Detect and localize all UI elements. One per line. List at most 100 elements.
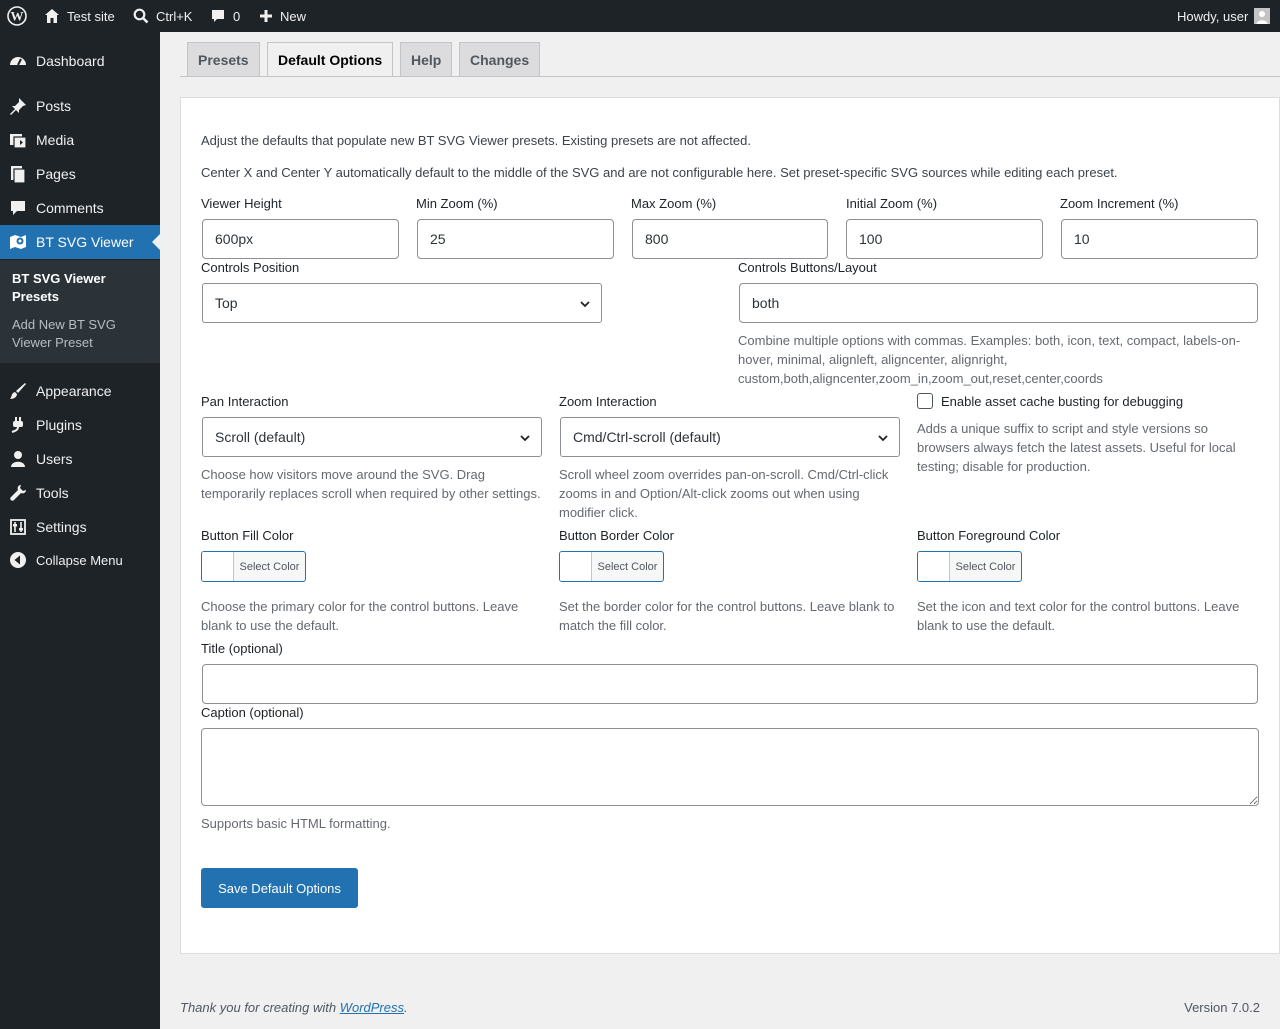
zoom-interaction-value: Cmd/Ctrl-scroll (default) <box>573 429 721 445</box>
site-name-label: Test site <box>67 8 115 24</box>
chevron-down-icon <box>878 435 888 442</box>
cache-busting-checkbox[interactable] <box>917 393 933 409</box>
button-foreground-color-help: Set the icon and text color for the cont… <box>917 599 1240 633</box>
collapse-menu-button[interactable]: Collapse Menu <box>0 543 160 577</box>
comments-count: 0 <box>233 8 241 24</box>
sidebar-item-label: BT SVG Viewer <box>36 234 134 250</box>
map-icon <box>8 232 28 252</box>
home-icon <box>43 7 61 25</box>
wordpress-link[interactable]: WordPress <box>340 1000 404 1015</box>
bt-svg-viewer-submenu: BT SVG Viewer Presets Add New BT SVG Vie… <box>0 260 160 363</box>
sidebar-item-label: Plugins <box>36 417 82 433</box>
tab-help[interactable]: Help <box>400 42 453 76</box>
new-content-link[interactable]: New <box>258 0 306 32</box>
color-swatch <box>202 552 234 581</box>
greeting-label: Howdy, user <box>1177 8 1249 24</box>
submenu-item-presets[interactable]: BT SVG Viewer Presets <box>12 270 152 306</box>
zoom-interaction-select[interactable]: Cmd/Ctrl-scroll (default) <box>560 417 900 457</box>
sidebar-item-label: Comments <box>36 200 104 216</box>
sidebar-item-label: Tools <box>36 485 69 501</box>
media-icon <box>8 130 28 150</box>
footer-thanks-text: Thank you for creating with <box>180 1000 340 1015</box>
button-border-color-label: Button Border Color <box>559 528 674 543</box>
pan-interaction-help: Choose how visitors move around the SVG.… <box>201 467 541 501</box>
svg-text:W: W <box>11 9 24 24</box>
zoom-increment-input[interactable] <box>1061 219 1258 259</box>
account-menu[interactable]: Howdy, user <box>1177 0 1271 32</box>
sidebar-item-label: Media <box>36 132 75 148</box>
site-name-link[interactable]: Test site <box>43 0 115 32</box>
select-color-label: Select Color <box>955 560 1016 573</box>
intro-note: Center X and Center Y automatically defa… <box>201 165 1118 180</box>
select-color-label: Select Color <box>597 560 658 573</box>
save-default-options-button[interactable]: Save Default Options <box>201 868 358 908</box>
wordpress-logo-icon[interactable]: W <box>7 0 27 32</box>
pan-interaction-label: Pan Interaction <box>201 394 289 409</box>
pan-interaction-select[interactable]: Scroll (default) <box>202 417 542 457</box>
caption-help: Supports basic HTML formatting. <box>201 816 391 831</box>
button-fill-color-help: Choose the primary color for the control… <box>201 599 519 633</box>
caption-label: Caption (optional) <box>201 705 304 720</box>
controls-buttons-input[interactable] <box>739 283 1258 323</box>
sidebar-item-pages[interactable]: Pages <box>0 157 160 191</box>
avatar <box>1254 8 1271 24</box>
sliders-icon <box>8 517 28 537</box>
controls-position-select[interactable]: Top <box>202 283 602 323</box>
initial-zoom-label: Initial Zoom (%) <box>846 196 938 211</box>
caption-textarea[interactable] <box>201 728 1259 806</box>
controls-buttons-label: Controls Buttons/Layout <box>738 260 877 275</box>
sidebar-item-settings[interactable]: Settings <box>0 510 160 544</box>
plug-icon <box>8 415 28 435</box>
color-swatch <box>918 552 950 581</box>
brush-icon <box>8 381 28 401</box>
sidebar-item-tools[interactable]: Tools <box>0 476 160 510</box>
max-zoom-input[interactable] <box>632 219 828 259</box>
sidebar-item-label: Pages <box>36 166 76 182</box>
pages-icon <box>8 164 28 184</box>
zoom-increment-label: Zoom Increment (%) <box>1060 196 1179 211</box>
pushpin-icon <box>8 96 28 116</box>
cache-busting-help: Adds a unique suffix to script and style… <box>917 421 1236 474</box>
initial-zoom-input[interactable] <box>846 219 1043 259</box>
sidebar-item-posts[interactable]: Posts <box>0 89 160 123</box>
viewer-height-input[interactable] <box>202 219 399 259</box>
submenu-item-add-new[interactable]: Add New BT SVG Viewer Preset <box>12 316 152 352</box>
wrench-icon <box>8 483 28 503</box>
sidebar-item-label: Users <box>36 451 73 467</box>
footer-thanks-suffix: . <box>404 1000 408 1015</box>
admin-bar: W Test site Ctrl+K 0 New Howdy, user <box>0 0 1280 32</box>
pan-interaction-value: Scroll (default) <box>215 429 306 445</box>
tab-default-options[interactable]: Default Options <box>267 42 394 77</box>
title-input[interactable] <box>202 664 1258 704</box>
tab-presets[interactable]: Presets <box>187 42 260 76</box>
tab-changes[interactable]: Changes <box>459 42 541 76</box>
max-zoom-label: Max Zoom (%) <box>631 196 717 211</box>
sidebar-item-media[interactable]: Media <box>0 123 160 157</box>
sidebar-item-bt-svg-viewer[interactable]: BT SVG Viewer <box>0 225 160 259</box>
cache-busting-label[interactable]: Enable asset cache busting for debugging <box>941 394 1183 409</box>
min-zoom-input[interactable] <box>417 219 614 259</box>
viewer-height-label: Viewer Height <box>201 196 282 211</box>
comments-link[interactable]: 0 <box>209 0 240 32</box>
button-foreground-color-picker[interactable]: Select Color <box>917 551 1022 582</box>
zoom-interaction-label: Zoom Interaction <box>559 394 657 409</box>
button-fill-color-label: Button Fill Color <box>201 528 294 543</box>
title-label: Title (optional) <box>201 641 283 656</box>
sidebar-item-comments[interactable]: Comments <box>0 191 160 225</box>
sidebar-item-users[interactable]: Users <box>0 442 160 476</box>
sidebar-item-plugins[interactable]: Plugins <box>0 408 160 442</box>
button-border-color-picker[interactable]: Select Color <box>559 551 664 582</box>
sidebar-item-appearance[interactable]: Appearance <box>0 374 160 408</box>
button-fill-color-picker[interactable]: Select Color <box>201 551 306 582</box>
button-foreground-color-label: Button Foreground Color <box>917 528 1061 543</box>
chevron-down-icon <box>580 301 590 308</box>
button-border-color-help: Set the border color for the control but… <box>559 599 895 633</box>
min-zoom-label: Min Zoom (%) <box>416 196 498 211</box>
sidebar-item-dashboard[interactable]: Dashboard <box>0 44 160 78</box>
sidebar-item-label: Settings <box>36 519 87 535</box>
search-shortcut[interactable]: Ctrl+K <box>132 0 192 32</box>
footer-version: Version 7.0.2 <box>1184 1000 1260 1015</box>
sidebar-item-label: Collapse Menu <box>36 552 123 568</box>
sidebar-item-label: Posts <box>36 98 72 114</box>
plus-icon <box>258 8 274 24</box>
